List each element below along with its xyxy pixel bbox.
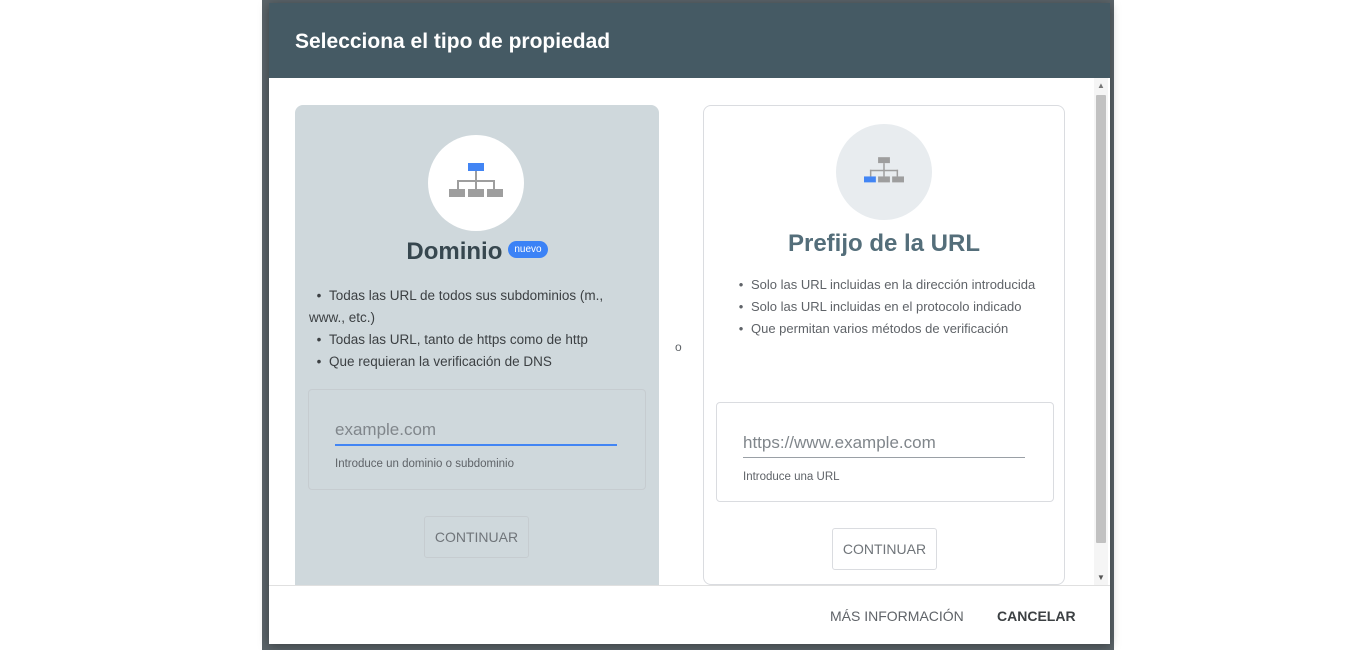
new-badge: nuevo — [508, 241, 548, 259]
domain-title-text: Dominio — [406, 238, 503, 265]
domain-bullet: Que requieran la verificación de DNS — [309, 351, 639, 373]
scroll-up-arrow-icon[interactable]: ▲ — [1097, 81, 1105, 90]
domain-bullet-list: Todas las URL de todos sus subdominios (… — [309, 285, 639, 373]
url-prefix-card[interactable]: Prefijo de la URL Solo las URL incluidas… — [703, 105, 1065, 585]
scrollbar-thumb[interactable] — [1096, 95, 1106, 543]
url-field-box: Introduce una URL — [716, 402, 1054, 502]
url-bullet: Solo las URL incluidas en la dirección i… — [731, 274, 1051, 296]
property-type-dialog: Selecciona el tipo de propiedad Dominio n… — [269, 3, 1110, 644]
domain-field-box: Introduce un dominio o subdominio — [308, 389, 646, 490]
url-input[interactable] — [743, 433, 1025, 458]
sitemap-icon — [864, 157, 904, 183]
url-bullet: Que permitan varios métodos de verificac… — [731, 318, 1051, 340]
sitemap-icon — [449, 163, 503, 197]
dialog-body: Dominio nuevo Todas las URL de todos sus … — [269, 78, 1110, 585]
dialog-header: Selecciona el tipo de propiedad — [269, 3, 1110, 78]
cancel-button[interactable]: CANCELAR — [997, 608, 1076, 624]
domain-bullet: Todas las URL de todos sus subdominios (… — [309, 285, 639, 329]
url-continue-button[interactable]: CONTINUAR — [832, 528, 937, 570]
url-bullet-list: Solo las URL incluidas en la dirección i… — [731, 274, 1051, 340]
url-card-title: Prefijo de la URL — [787, 230, 981, 257]
dialog-title: Selecciona el tipo de propiedad — [295, 30, 611, 53]
domain-card[interactable]: Dominio nuevo Todas las URL de todos sus … — [295, 105, 659, 585]
domain-input[interactable] — [335, 420, 617, 446]
dialog-footer: MÁS INFORMACIÓN CANCELAR — [269, 585, 1110, 644]
domain-card-title: Dominio nuevo — [295, 238, 659, 266]
scroll-down-arrow-icon[interactable]: ▼ — [1097, 573, 1105, 582]
dialog-scrollbar[interactable]: ▲ ▼ — [1094, 78, 1108, 585]
or-separator: o — [675, 340, 682, 354]
domain-helper-text: Introduce un dominio o subdominio — [335, 458, 515, 470]
url-bullet: Solo las URL incluidas en el protocolo i… — [731, 296, 1051, 318]
domain-icon-circle — [428, 135, 524, 231]
domain-continue-button[interactable]: CONTINUAR — [424, 516, 529, 558]
url-helper-text: Introduce una URL — [743, 471, 840, 483]
domain-bullet: Todas las URL, tanto de https como de ht… — [309, 329, 639, 351]
more-info-button[interactable]: MÁS INFORMACIÓN — [830, 608, 964, 624]
url-icon-circle — [836, 124, 932, 220]
